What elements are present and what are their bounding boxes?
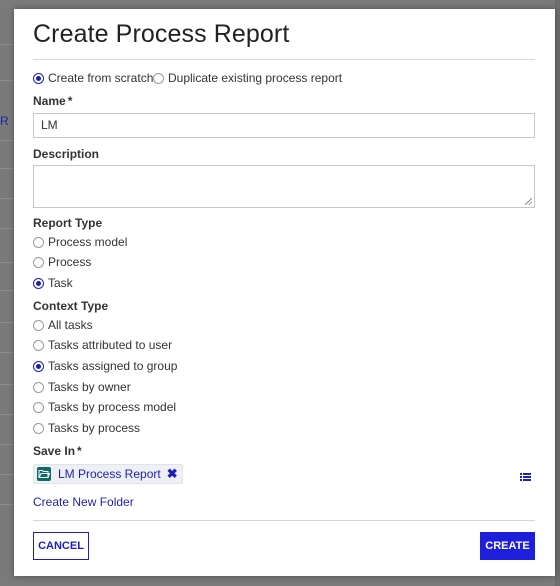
- radio-context-attributed-to-user[interactable]: Tasks attributed to user: [33, 338, 172, 352]
- folder-name: LM Process Report: [58, 467, 161, 481]
- resize-handle-icon[interactable]: [525, 198, 532, 205]
- create-button[interactable]: CREATE: [480, 532, 535, 560]
- background-divider: [0, 322, 14, 323]
- radio-label: Tasks by process: [48, 421, 141, 435]
- dialog-title: Create Process Report: [33, 20, 290, 48]
- background-divider: [0, 262, 14, 263]
- radio-context-assigned-to-group[interactable]: Tasks assigned to group: [33, 359, 177, 373]
- background-divider: [0, 504, 14, 505]
- description-label: Description: [33, 147, 100, 161]
- background-divider: [0, 290, 14, 291]
- background-divider: [0, 444, 14, 445]
- required-mark: *: [77, 444, 82, 458]
- background-divider: [0, 228, 14, 229]
- radio-create-from-scratch[interactable]: Create from scratch: [33, 71, 153, 85]
- radio-report-type-task[interactable]: Task: [33, 276, 73, 290]
- radio-button[interactable]: [33, 381, 44, 393]
- radio-report-type-process-model[interactable]: Process model: [33, 235, 127, 249]
- radio-label: Tasks by process model: [48, 400, 177, 414]
- background-divider: [0, 384, 14, 385]
- radio-button[interactable]: [33, 236, 44, 248]
- radio-button-selected[interactable]: [33, 277, 44, 289]
- folder-open-icon: [37, 467, 51, 481]
- radio-context-all-tasks[interactable]: All tasks: [33, 318, 93, 332]
- create-process-report-dialog: Create Process Report Create from scratc…: [14, 9, 555, 576]
- radio-button[interactable]: [33, 339, 44, 351]
- background-divider: [0, 140, 14, 141]
- radio-button[interactable]: [33, 319, 44, 331]
- cancel-button[interactable]: CANCEL: [33, 532, 89, 560]
- radio-duplicate-existing-report[interactable]: Duplicate existing process report: [153, 71, 342, 85]
- save-in-label: Save In *: [33, 444, 82, 458]
- radio-button[interactable]: [33, 401, 44, 413]
- background-divider: [0, 352, 14, 353]
- create-new-folder-link[interactable]: Create New Folder: [33, 495, 134, 509]
- list-icon[interactable]: [520, 469, 531, 481]
- background-scroll-strip: [555, 0, 560, 586]
- background-divider: [0, 198, 14, 199]
- radio-report-type-process[interactable]: Process: [33, 255, 91, 269]
- radio-context-by-owner[interactable]: Tasks by owner: [33, 380, 131, 394]
- radio-button-selected[interactable]: [33, 72, 44, 84]
- radio-label: Process model: [48, 235, 128, 249]
- radio-context-by-process-model[interactable]: Tasks by process model: [33, 400, 176, 414]
- radio-label: Task: [48, 276, 73, 290]
- radio-button[interactable]: [33, 422, 44, 434]
- context-type-label: Context Type: [33, 299, 109, 313]
- report-type-label: Report Type: [33, 216, 103, 230]
- radio-label: Create from scratch: [48, 71, 154, 85]
- radio-label: Duplicate existing process report: [168, 71, 343, 85]
- background-link: R: [0, 114, 9, 128]
- radio-label: Tasks attributed to user: [48, 338, 173, 352]
- background-divider: [0, 414, 14, 415]
- name-label: Name *: [33, 94, 73, 108]
- selected-folder-chip[interactable]: LM Process Report ✖: [33, 464, 183, 484]
- footer-divider: [33, 520, 535, 521]
- background-divider: [0, 474, 14, 475]
- remove-folder-icon[interactable]: ✖: [167, 466, 178, 482]
- radio-context-by-process[interactable]: Tasks by process: [33, 421, 140, 435]
- radio-button[interactable]: [153, 72, 164, 84]
- radio-button[interactable]: [33, 256, 44, 268]
- radio-label: Process: [48, 255, 92, 269]
- radio-label: Tasks assigned to group: [48, 359, 178, 373]
- radio-button-selected[interactable]: [33, 360, 44, 372]
- required-mark: *: [67, 94, 73, 108]
- title-divider: [33, 59, 535, 60]
- description-textarea[interactable]: [33, 165, 535, 208]
- background-divider: [0, 44, 14, 45]
- radio-label: Tasks by owner: [48, 380, 131, 394]
- background-divider: [0, 80, 14, 81]
- radio-label: All tasks: [48, 318, 93, 332]
- background-divider: [0, 168, 14, 169]
- name-input[interactable]: LM: [33, 113, 535, 138]
